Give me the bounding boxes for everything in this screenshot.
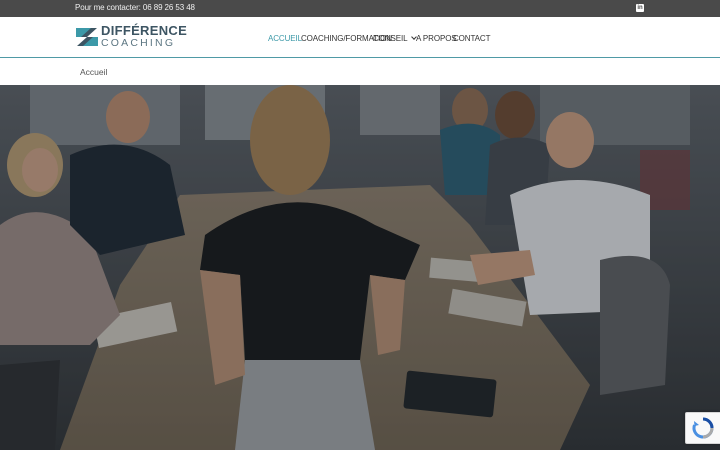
- linkedin-icon[interactable]: in: [636, 4, 644, 12]
- contact-phone[interactable]: Pour me contacter: 06 89 26 53 48: [75, 3, 195, 12]
- meeting-room-photo: [0, 85, 720, 450]
- logo-icon[interactable]: [75, 26, 99, 48]
- nav-item-contact[interactable]: CONTACT: [453, 34, 490, 43]
- hero-image: [0, 85, 720, 450]
- recaptcha-badge[interactable]: [685, 412, 720, 444]
- brand-logo[interactable]: DIFFÉRENCE COACHING: [101, 23, 188, 49]
- brand-tagline: COACHING: [101, 37, 176, 49]
- nav-item-conseil-label: CONSEIL: [373, 34, 408, 43]
- nav-item-a-propos[interactable]: A PROPOS: [416, 34, 457, 43]
- brand-name: DIFFÉRENCE: [101, 23, 188, 38]
- breadcrumb[interactable]: Accueil: [80, 67, 107, 77]
- top-bar: Pour me contacter: 06 89 26 53 48 in: [0, 0, 720, 17]
- nav-item-accueil[interactable]: ACCUEIL: [268, 34, 302, 43]
- site-header: DIFFÉRENCE COACHING ACCUEIL COACHING/FOR…: [0, 17, 720, 58]
- recaptcha-icon: [692, 417, 714, 439]
- nav-item-conseil[interactable]: CONSEIL: [373, 34, 418, 43]
- breadcrumb-bar: Accueil: [0, 59, 720, 85]
